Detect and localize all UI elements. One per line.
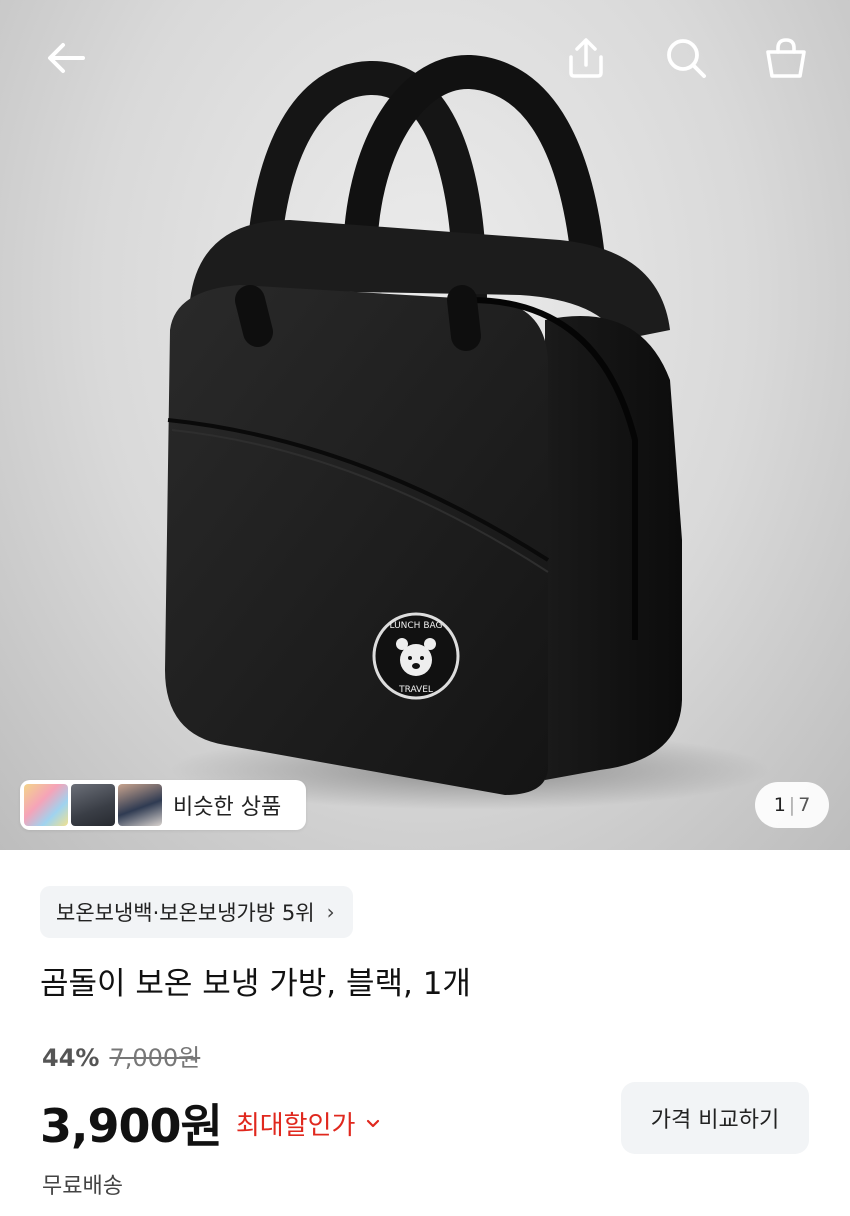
max-discount-label: 최대할인가	[235, 1110, 356, 1141]
similar-product-thumbnail	[118, 784, 162, 826]
price-compare-button[interactable]: 가격 비교하기	[621, 1082, 809, 1154]
similar-products-label: 비슷한 상품	[173, 795, 282, 820]
total-pages: 7	[798, 794, 811, 816]
current-page: 1	[773, 794, 786, 816]
share-button[interactable]	[558, 30, 614, 86]
original-price: 7,000원	[109, 1044, 201, 1072]
price-row: 3,900원 최대할인가	[40, 1090, 383, 1156]
svg-text:LUNCH BAG: LUNCH BAG	[390, 621, 443, 631]
category-rank-link[interactable]: 보온보냉백·보온보냉가방 5위 ›	[40, 886, 353, 938]
lunch-bag-photo: LUNCH BAG TRAVEL	[165, 55, 770, 810]
cart-button[interactable]	[758, 30, 814, 86]
svg-text:TRAVEL: TRAVEL	[398, 685, 433, 695]
similar-product-thumbnail	[24, 784, 68, 826]
chevron-right-icon: ›	[326, 900, 335, 924]
back-button[interactable]	[38, 30, 94, 86]
shipping-info: 무료배송	[42, 1174, 123, 1199]
chevron-down-icon	[367, 1119, 380, 1128]
discount-rate: 44%	[42, 1044, 100, 1072]
share-icon	[569, 38, 603, 78]
search-button[interactable]	[658, 30, 714, 86]
product-title: 곰돌이 보온 보냉 가방, 블랙, 1개	[40, 966, 471, 1002]
product-image-gallery[interactable]: LUNCH BAG TRAVEL 비슷한 상품 1 | 7	[0, 0, 850, 850]
search-icon	[667, 39, 706, 78]
arrow-left-icon	[48, 43, 85, 73]
discount-row: 44% 7,000원	[42, 1038, 200, 1073]
page-separator: |	[788, 794, 796, 816]
similar-products-button[interactable]: 비슷한 상품	[20, 780, 306, 830]
category-rank-label: 보온보냉백·보온보냉가방 5위	[56, 901, 315, 925]
max-discount-toggle[interactable]: 최대할인가	[236, 1105, 384, 1142]
similar-product-thumbnail	[71, 784, 115, 826]
sale-price: 3,900원	[40, 1099, 223, 1153]
image-page-indicator: 1 | 7	[755, 782, 829, 828]
shopping-bag-icon	[766, 38, 806, 78]
bear-badge: LUNCH BAG TRAVEL	[372, 612, 460, 700]
